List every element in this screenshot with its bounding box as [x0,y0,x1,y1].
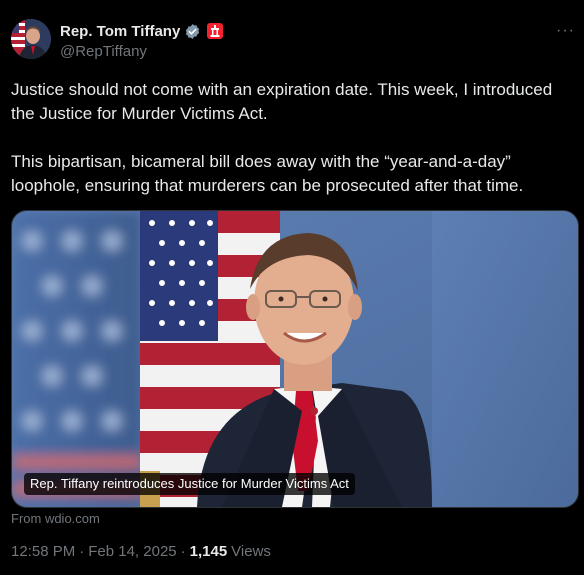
blurred-flag-left [12,211,142,507]
avatar[interactable] [11,19,51,59]
tweet-paragraph-2: This bipartisan, bicameral bill does awa… [11,152,524,195]
tweet: Rep. Tom Tiffany @RepTiffany ··· Justice… [0,0,584,575]
timestamp-date[interactable]: Feb 14, 2025 [88,543,176,560]
meta-separator-2: · [180,543,186,560]
verified-check-icon [184,23,201,40]
right-backdrop [432,211,578,507]
meta-separator: · [79,543,85,560]
card-photo [12,211,578,507]
avatar-image [11,19,51,59]
author-name[interactable]: Rep. Tom Tiffany [60,23,180,40]
views-count: 1,145 [189,543,228,560]
tweet-paragraph-1: Justice should not come with an expirati… [11,80,553,123]
link-card-image[interactable] [11,210,579,508]
author-name-row: Rep. Tom Tiffany [60,20,224,42]
timestamp-time[interactable]: 12:58 PM [11,543,75,560]
card-caption[interactable]: Rep. Tiffany reintroduces Justice for Mu… [24,473,355,495]
card-source[interactable]: From wdio.com [11,511,100,526]
tweet-text: Justice should not come with an expirati… [11,78,573,198]
tweet-meta: 12:58 PM · Feb 14, 2025 · 1,145 Views [11,543,271,560]
government-badge-icon [207,23,224,39]
more-options-icon[interactable]: ··· [556,22,575,40]
author-handle[interactable]: @RepTiffany [60,43,147,60]
views-label: Views [231,543,271,560]
